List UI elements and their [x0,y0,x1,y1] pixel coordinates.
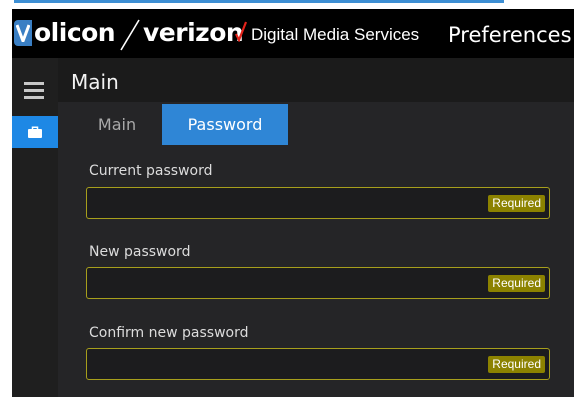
new-password-field[interactable]: Required [86,267,550,299]
main-panel: Main Main Password Current password Requ… [58,58,574,397]
confirm-password-field[interactable]: Required [86,348,550,380]
required-badge: Required [488,275,545,292]
service-name: Digital Media Services [251,25,420,44]
verizon-check-icon [235,21,248,42]
section-title: Main [71,70,119,94]
app-header: olicon verizon Digital Media Services Pr… [12,9,574,58]
sidebar [12,58,58,397]
sidebar-item-preferences[interactable] [12,116,58,148]
main-header: Main [58,58,574,102]
hamburger-menu-icon[interactable] [24,82,44,103]
tab-main[interactable]: Main [76,104,158,145]
window-top-strip [0,0,574,9]
required-badge: Required [488,356,545,373]
briefcase-icon [28,126,42,138]
page-title: Preferences [448,23,572,47]
volicon-logo-text: olicon [34,18,116,47]
required-badge: Required [488,195,545,212]
logo-divider-slash [120,19,140,51]
volicon-v-logo-icon [14,20,32,46]
new-password-label: New password [89,244,191,260]
window-top-accent [14,0,504,3]
current-password-field[interactable]: Required [86,187,550,219]
confirm-password-label: Confirm new password [89,325,249,341]
current-password-label: Current password [89,163,213,179]
verizon-logo-text: verizon [143,18,244,47]
tab-password[interactable]: Password [162,104,288,145]
